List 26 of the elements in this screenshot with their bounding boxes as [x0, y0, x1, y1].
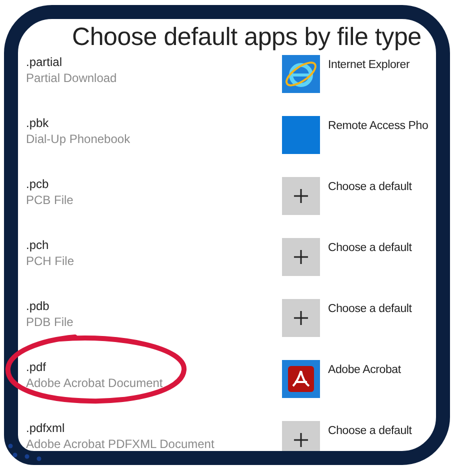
file-extension: .pbk: [26, 116, 50, 131]
file-type-description: PDB File: [26, 314, 74, 331]
file-type-description: Adobe Acrobat Document: [26, 375, 164, 392]
file-type-description: PCH File: [26, 253, 76, 270]
globe-letter-icon[interactable]: [282, 55, 320, 93]
plus-icon[interactable]: [282, 421, 320, 451]
app-label[interactable]: Choose a default: [328, 421, 436, 439]
file-extension: .pdb: [26, 299, 50, 314]
file-type-description: Partial Download: [26, 70, 118, 87]
app-tile-icon[interactable]: [282, 116, 320, 154]
app-label[interactable]: Remote Access Pho: [328, 116, 436, 134]
document-app-icon[interactable]: [282, 360, 320, 398]
file-extension: .pdfxml: [26, 421, 66, 436]
app-label[interactable]: Internet Explorer: [328, 55, 436, 73]
app-label[interactable]: Choose a default: [328, 177, 436, 195]
page-title: Choose default apps by file type: [71, 22, 422, 51]
file-type-description: Adobe Acrobat PDFXML Document: [26, 436, 216, 451]
file-extension: .partial: [26, 55, 64, 70]
file-type-description: PCB File: [26, 192, 74, 209]
file-extension: .pch: [26, 238, 50, 253]
app-label[interactable]: Choose a default: [328, 299, 436, 317]
app-label[interactable]: Adobe Acrobat: [328, 360, 436, 378]
file-extension: .pdf: [26, 360, 48, 375]
file-type-description: Dial-Up Phonebook: [26, 131, 132, 148]
app-label[interactable]: Choose a default: [328, 238, 436, 256]
file-extension: .pcb: [26, 177, 50, 192]
